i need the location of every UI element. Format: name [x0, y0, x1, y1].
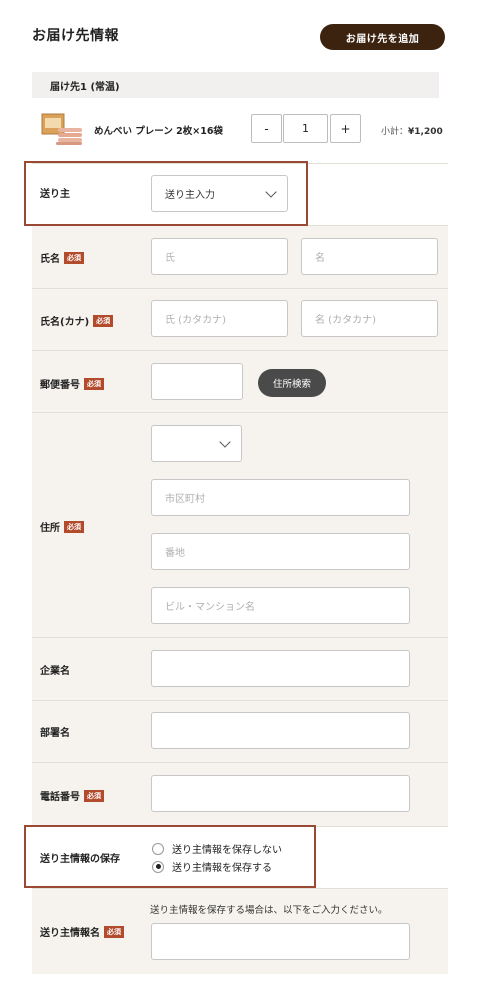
sender-info-note: 送り主情報を保存する場合は、以下をご入力ください。 — [150, 905, 388, 916]
department-label-text: 部署名 — [40, 728, 70, 739]
row-divider — [32, 288, 448, 289]
last-name-kana-placeholder: 氏 (カタカナ) — [165, 315, 226, 326]
last-name-kana-input[interactable]: 氏 (カタカナ) — [151, 300, 288, 337]
postal-code-input[interactable] — [151, 363, 243, 400]
required-badge: 必須 — [84, 377, 104, 390]
required-badge: 必須 — [93, 314, 114, 327]
phone-input[interactable] — [151, 775, 410, 812]
page-title: お届け先情報 — [32, 28, 119, 44]
sender-info-name-label-text: 送り主情報名 — [40, 928, 100, 939]
company-label-text: 企業名 — [40, 666, 70, 677]
first-name-input[interactable]: 名 — [301, 238, 438, 275]
street-placeholder: 番地 — [165, 548, 185, 559]
address-label: 住所 必須 — [40, 519, 84, 534]
product-name: めんべい プレーン 2枚×16袋 — [94, 126, 223, 137]
product-image — [40, 112, 84, 146]
city-input[interactable]: 市区町村 — [151, 479, 410, 516]
required-badge: 必須 — [104, 925, 124, 938]
required-badge: 必須 — [84, 789, 104, 802]
first-name-kana-input[interactable]: 名 (カタカナ) — [301, 300, 438, 337]
first-name-placeholder: 名 — [315, 253, 325, 264]
quantity-decrease-button[interactable]: - — [251, 114, 282, 143]
address-search-button[interactable]: 住所検索 — [258, 369, 326, 397]
row-divider — [32, 350, 448, 351]
destination-label: 届け先1 (常温) — [50, 81, 120, 93]
subtotal-value: ¥1,200 — [408, 127, 443, 137]
department-label: 部署名 — [40, 724, 70, 739]
chevron-down-icon — [219, 435, 231, 448]
building-placeholder: ビル・マンション名 — [165, 602, 255, 613]
address-label-text: 住所 — [40, 523, 60, 534]
sender-highlight-box — [24, 161, 308, 226]
quantity-input[interactable]: 1 — [283, 114, 328, 143]
subtotal: 小計：¥1,200 — [381, 124, 443, 137]
row-divider — [32, 637, 448, 638]
kana-label: 氏名(カナ) 必須 — [40, 313, 114, 328]
postal-label-text: 郵便番号 — [40, 380, 80, 391]
destination-header: 届け先1 (常温) — [32, 72, 439, 98]
subtotal-label: 小計： — [381, 127, 409, 137]
phone-label: 電話番号 必須 — [40, 788, 104, 803]
prefecture-select[interactable] — [151, 425, 242, 462]
last-name-input[interactable]: 氏 — [151, 238, 288, 275]
last-name-placeholder: 氏 — [165, 253, 175, 264]
kana-label-text: 氏名(カナ) — [40, 317, 90, 328]
required-badge: 必須 — [64, 520, 84, 533]
city-placeholder: 市区町村 — [165, 494, 205, 505]
row-divider — [32, 762, 448, 763]
row-divider — [32, 888, 448, 889]
row-divider — [32, 412, 448, 413]
department-input[interactable] — [151, 712, 410, 749]
add-destination-button[interactable]: お届け先を追加 — [320, 24, 445, 50]
company-input[interactable] — [151, 650, 410, 687]
name-label-text: 氏名 — [40, 254, 60, 265]
company-label: 企業名 — [40, 662, 70, 677]
first-name-kana-placeholder: 名 (カタカナ) — [315, 315, 376, 326]
postal-label: 郵便番号 必須 — [40, 376, 104, 391]
street-input[interactable]: 番地 — [151, 533, 410, 570]
phone-label-text: 電話番号 — [40, 792, 80, 803]
save-sender-highlight-box — [24, 825, 316, 888]
required-badge: 必須 — [64, 251, 84, 264]
name-label: 氏名 必須 — [40, 250, 84, 265]
sender-info-name-label: 送り主情報名 必須 — [40, 924, 124, 939]
building-input[interactable]: ビル・マンション名 — [151, 587, 410, 624]
row-divider — [32, 700, 448, 701]
sender-info-name-input[interactable] — [151, 923, 410, 960]
quantity-increase-button[interactable]: + — [330, 114, 361, 143]
